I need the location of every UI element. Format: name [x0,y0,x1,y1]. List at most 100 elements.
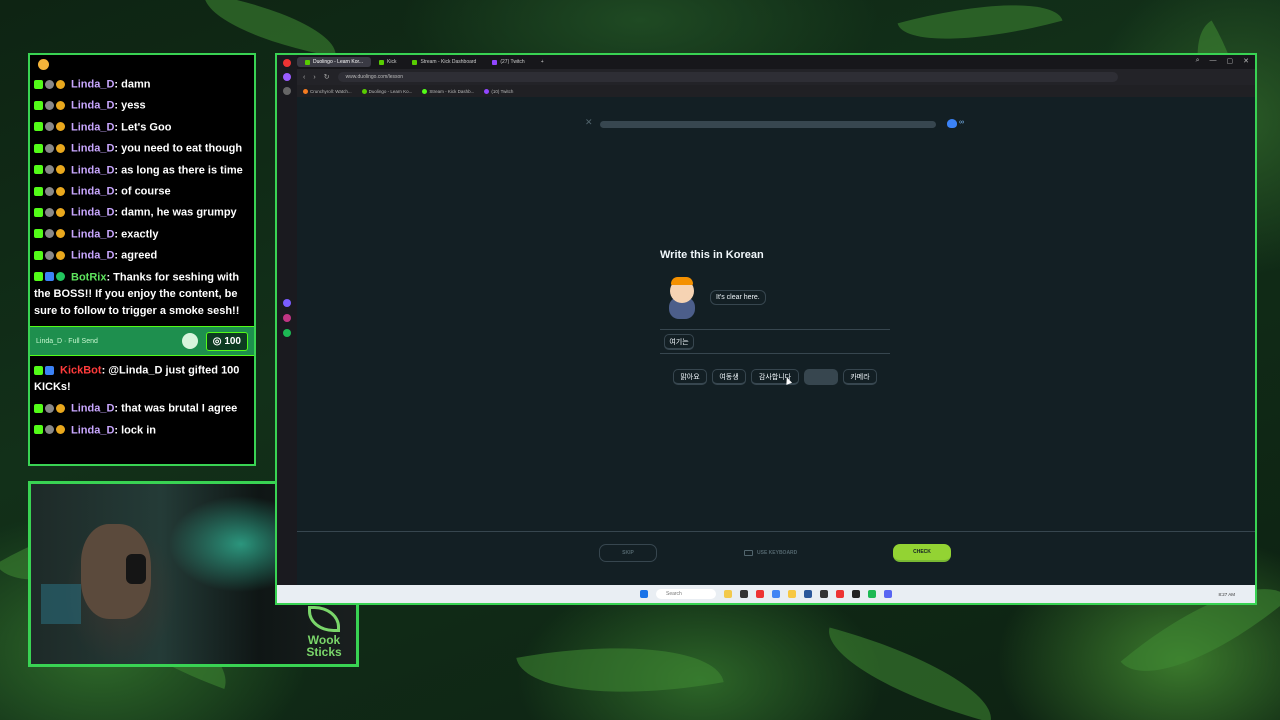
chat-username[interactable]: Linda_D [71,185,114,197]
check-button[interactable]: CHECK [893,544,951,562]
kick-tab-icon [379,59,385,65]
speech-bubble[interactable]: It's clear here. [710,290,766,305]
chat-username[interactable]: Linda_D [71,164,114,176]
reload-icon[interactable]: ↻ [324,73,330,81]
challenge-title: Write this in Korean [660,249,764,261]
aria-icon[interactable] [283,73,291,81]
chat-message: Linda_D: yess [34,95,250,116]
app-icon[interactable] [820,590,828,598]
gray-badge-icon [45,208,54,218]
kick-tab-icon [412,59,418,65]
app-icon[interactable] [852,590,860,598]
mail-icon[interactable] [804,590,812,598]
gray-badge-icon [45,122,54,132]
chat-username[interactable]: BotRix [71,271,106,283]
blue-badge-icon [45,365,54,375]
chat-username[interactable]: Linda_D [71,78,114,90]
gray-badge-icon [45,404,54,414]
tab-label: (27) Twitch [500,59,525,65]
chat-username[interactable]: Linda_D [71,250,114,262]
word-bank-chip[interactable]: 맑아요 [673,369,707,385]
bookmark-item[interactable]: Stream - Kick Dashb... [422,88,475,94]
tab-label: Duolingo - Learn Kor... [313,59,364,65]
chat-username[interactable]: Linda_D [71,424,114,436]
user-badges [34,162,67,179]
forward-icon[interactable]: › [313,74,315,81]
gray-badge-icon [45,229,54,239]
user-badges [34,226,67,243]
chat-username[interactable]: Linda_D [71,207,114,219]
gold-badge-icon [56,404,65,414]
chat-message: Linda_D: Let's Goo [34,117,250,138]
chat-username[interactable]: KickBot [60,364,102,376]
instagram-icon[interactable] [283,314,291,322]
file-explorer-icon[interactable] [788,590,796,598]
taskbar-search[interactable]: Search [656,589,716,599]
use-keyboard-button[interactable]: USE KEYBOARD [744,550,797,556]
tab-twitch[interactable]: (27) Twitch [484,57,532,67]
bookmark-label: Crunchyroll: Watch... [310,88,352,94]
gold-badge-icon [56,101,65,110]
chat-text: : lock in [114,424,156,437]
home-icon[interactable] [283,87,291,95]
chrome-icon[interactable] [772,590,780,598]
kick-badge-icon [34,122,43,132]
chat-message: Linda_D: as long as there is time [34,160,250,181]
close-window-icon[interactable]: ✕ [1243,57,1249,65]
tab-kick[interactable]: Kick [371,57,404,67]
user-badges [34,400,67,417]
url-field[interactable]: www.duolingo.com/lesson [337,72,1118,82]
kick-badge-icon [34,208,43,218]
gold-badge-icon [56,208,65,218]
answer-chip[interactable]: 여기는 [664,334,694,350]
spotify-icon[interactable] [283,329,291,337]
opera-icon[interactable] [283,59,291,67]
bookmark-item[interactable]: Duolingo - Learn Ko... [361,88,412,94]
new-tab-button[interactable]: + [533,57,552,67]
task-view-icon[interactable] [740,590,748,598]
opera-taskbar-icon[interactable] [756,590,764,598]
chat-message: Linda_D: of course [34,181,250,202]
back-icon[interactable]: ‹ [303,74,305,81]
stream-chat-panel: Linda_D: damn Linda_D: yess Linda_D: Let's… [28,53,256,466]
kick-badge-icon [34,186,43,196]
word-bank-chip[interactable]: 카메라 [843,369,877,385]
answer-line [660,329,890,330]
chat-text: : agreed [114,249,158,262]
kick-badge-icon [34,101,43,110]
minimize-icon[interactable]: — [1210,57,1217,65]
bookmark-item[interactable]: (10) Twitch [484,88,513,94]
chat-username[interactable]: Linda_D [71,143,114,155]
gold-badge-icon [56,425,65,435]
obs-icon[interactable] [836,590,844,598]
bookmark-label: Stream - Kick Dashb... [429,88,475,94]
windows-start-icon[interactable] [640,590,648,598]
chat-text: : as long as there is time [114,164,243,177]
leaf-decoration [516,623,724,717]
widgets-icon[interactable] [724,590,732,598]
headphones-icon [126,554,146,584]
spotify-taskbar-icon[interactable] [868,590,876,598]
bookmark-item[interactable]: Crunchyroll: Watch... [303,88,352,94]
tab-label: Stream - Kick Dashboard [420,59,477,65]
close-lesson-icon[interactable]: ✕ [585,117,593,128]
search-tabs-icon[interactable]: ⌕ [1196,57,1200,65]
address-bar: ‹ › ↻ www.duolingo.com/lesson [297,69,1255,85]
maximize-icon[interactable]: ▢ [1227,57,1234,65]
word-bank-chip[interactable]: 여동생 [712,369,746,385]
messenger-icon[interactable] [283,299,291,307]
chat-text: : yess [114,99,146,112]
chat-message: Linda_D: agreed [34,245,250,266]
subscription-banner: Linda_D · Full Send ◎ 100 [30,326,254,357]
tab-duolingo[interactable]: Duolingo - Learn Kor... [297,57,372,67]
chat-username[interactable]: Linda_D [71,100,114,112]
discord-icon[interactable] [884,590,892,598]
chat-username[interactable]: Linda_D [71,228,114,240]
chat-message-list-after: KickBot: @Linda_D just gifted 100 KICKs!… [34,360,250,441]
skip-button[interactable]: SKIP [599,544,657,562]
tab-kick-dashboard[interactable]: Stream - Kick Dashboard [404,57,484,67]
user-badges [34,183,67,200]
chat-username[interactable]: Linda_D [71,403,114,415]
chat-username[interactable]: Linda_D [71,121,114,133]
kick-icon [422,88,428,94]
